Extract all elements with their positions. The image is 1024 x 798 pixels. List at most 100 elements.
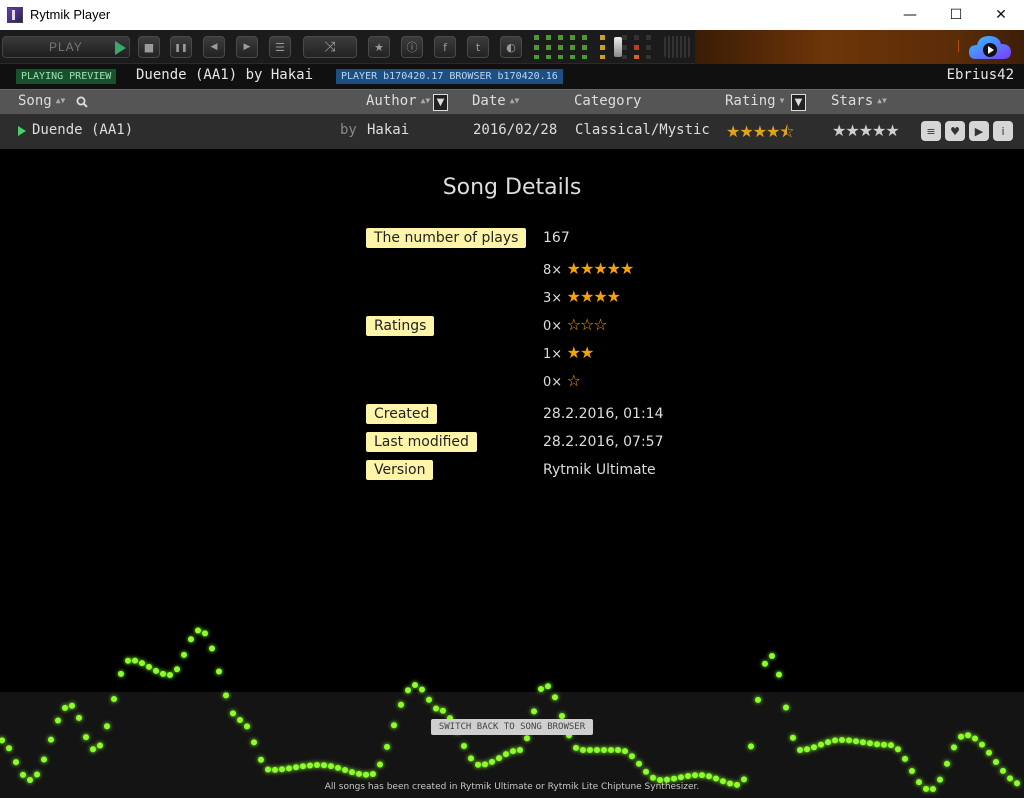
column-rating[interactable]: Rating▼ bbox=[725, 93, 784, 109]
search-icon[interactable] bbox=[76, 96, 88, 108]
cloud-play-icon[interactable] bbox=[968, 33, 1012, 61]
visualizer-dot bbox=[776, 672, 782, 678]
maximize-button[interactable]: ☐ bbox=[933, 0, 979, 30]
add-to-playlist-icon[interactable]: ≡ bbox=[921, 121, 941, 141]
visualizer-dot bbox=[482, 761, 488, 767]
twitter-button[interactable]: t bbox=[467, 36, 489, 58]
favorite-heart-icon[interactable]: ♥ bbox=[945, 121, 965, 141]
visualizer-dot bbox=[230, 710, 236, 716]
info-button[interactable]: ⓘ bbox=[401, 36, 423, 58]
visualizer-dot bbox=[944, 761, 950, 767]
visualizer-dot bbox=[174, 666, 180, 672]
visualizer-dot bbox=[958, 734, 964, 740]
song-category: Classical/Mystic bbox=[575, 122, 710, 138]
column-category[interactable]: Category bbox=[574, 93, 641, 109]
switch-to-browser-button[interactable]: SWITCH BACK TO SONG BROWSER bbox=[431, 719, 593, 735]
visualizer-dot bbox=[160, 671, 166, 677]
volume-slider-handle[interactable] bbox=[614, 37, 622, 57]
next-button[interactable]: ▶ bbox=[236, 36, 258, 58]
facebook-icon: f bbox=[443, 41, 447, 54]
visualizer-dot bbox=[881, 742, 887, 748]
visualizer-dot bbox=[748, 743, 754, 749]
song-title[interactable]: Duende (AA1) bbox=[32, 122, 133, 138]
visualizer-dot bbox=[636, 761, 642, 767]
plays-label: The number of plays bbox=[366, 228, 526, 248]
column-date[interactable]: Date▲▼ bbox=[472, 93, 519, 109]
visualizer-dot bbox=[314, 762, 320, 768]
visualizer-dot bbox=[125, 658, 131, 664]
play-button[interactable]: PLAY bbox=[2, 36, 130, 58]
minimize-button[interactable]: — bbox=[887, 0, 933, 30]
facebook-button[interactable]: f bbox=[434, 36, 456, 58]
rating-filter-icon[interactable]: ▼ bbox=[791, 94, 806, 111]
song-list-header: Song▲▼ Author▲▼ ▼ Date▲▼ Category Rating… bbox=[0, 89, 1024, 114]
shuffle-button[interactable]: ⤨ bbox=[303, 36, 357, 58]
version-badge: PLAYER b170420.17 BROWSER b170420.16 bbox=[336, 69, 563, 84]
visualizer-dot bbox=[832, 737, 838, 743]
visualizer-dot bbox=[433, 706, 439, 712]
play-icon[interactable]: ▶ bbox=[969, 121, 989, 141]
visualizer-dot bbox=[580, 747, 586, 753]
night-mode-icon: ◐ bbox=[506, 41, 516, 54]
author-filter-icon[interactable]: ▼ bbox=[433, 94, 448, 111]
position-marker bbox=[958, 40, 959, 52]
stop-button[interactable]: ■ bbox=[138, 36, 160, 58]
now-playing-title: Duende (AA1) by Hakai bbox=[136, 67, 313, 83]
visualizer-dot bbox=[76, 715, 82, 721]
visualizer-dot bbox=[265, 767, 271, 773]
visualizer-dot bbox=[104, 723, 110, 729]
table-row[interactable]: Duende (AA1) by Hakai 2016/02/28 Classic… bbox=[0, 114, 1024, 149]
visualizer-dot bbox=[909, 768, 915, 774]
close-button[interactable]: ✕ bbox=[978, 0, 1024, 30]
next-icon: ▶ bbox=[244, 42, 251, 52]
visualizer-dot bbox=[97, 743, 103, 749]
visualizer-dot bbox=[888, 742, 894, 748]
visualizer-dot bbox=[272, 767, 278, 773]
visualizer-dot bbox=[671, 776, 677, 782]
visualizer-dot bbox=[139, 660, 145, 666]
visualizer-dot bbox=[804, 746, 810, 752]
visualizer-dot bbox=[524, 735, 530, 741]
pause-button[interactable]: ❚❚ bbox=[170, 36, 192, 58]
row-play-icon[interactable] bbox=[18, 126, 26, 136]
visualizer-dot bbox=[531, 708, 537, 714]
column-author[interactable]: Author▲▼ bbox=[366, 93, 430, 109]
visualizer-dot bbox=[972, 736, 978, 742]
user-rating-stars[interactable]: ★★★★★ bbox=[832, 121, 899, 140]
visualizer-dot bbox=[286, 765, 292, 771]
night-mode-button[interactable]: ◐ bbox=[500, 36, 522, 58]
favorite-button[interactable]: ★ bbox=[368, 36, 390, 58]
visualizer-dot bbox=[965, 732, 971, 738]
info-icon[interactable]: i bbox=[993, 121, 1013, 141]
visualizer-dot bbox=[986, 750, 992, 756]
visualizer-dot bbox=[342, 767, 348, 773]
rating-row: 3× ★★★★ bbox=[543, 287, 620, 306]
visualizer-dot bbox=[237, 717, 243, 723]
visualizer-dot bbox=[349, 769, 355, 775]
visualizer-dot bbox=[440, 708, 446, 714]
visualizer-dot bbox=[300, 763, 306, 769]
visualizer-dot bbox=[321, 762, 327, 768]
rating-stars: ★★ bbox=[567, 343, 594, 362]
visualizer-dot bbox=[790, 735, 796, 741]
visualizer-dot bbox=[90, 746, 96, 752]
column-stars[interactable]: Stars▲▼ bbox=[831, 93, 887, 109]
column-song[interactable]: Song▲▼ bbox=[18, 93, 65, 109]
visualizer-dot bbox=[167, 672, 173, 678]
speaker-grill-icon bbox=[664, 36, 690, 58]
visualizer-dot bbox=[55, 718, 61, 724]
song-author[interactable]: Hakai bbox=[367, 122, 409, 138]
visualizer-dot bbox=[587, 747, 593, 753]
visualizer-dot bbox=[48, 737, 54, 743]
visualizer-dot bbox=[20, 772, 26, 778]
footer-note: All songs has been created in Rytmik Ult… bbox=[0, 782, 1024, 792]
playlist-button[interactable]: ☰ bbox=[269, 36, 291, 58]
visualizer-dot bbox=[363, 772, 369, 778]
previous-button[interactable]: ◀ bbox=[203, 36, 225, 58]
visualizer-dot bbox=[818, 742, 824, 748]
visualizer-dot bbox=[706, 773, 712, 779]
plays-value: 167 bbox=[543, 230, 570, 246]
username-link[interactable]: Ebrius42 bbox=[947, 67, 1014, 83]
visualizer-dot bbox=[13, 759, 19, 765]
visualizer-dot bbox=[356, 771, 362, 777]
